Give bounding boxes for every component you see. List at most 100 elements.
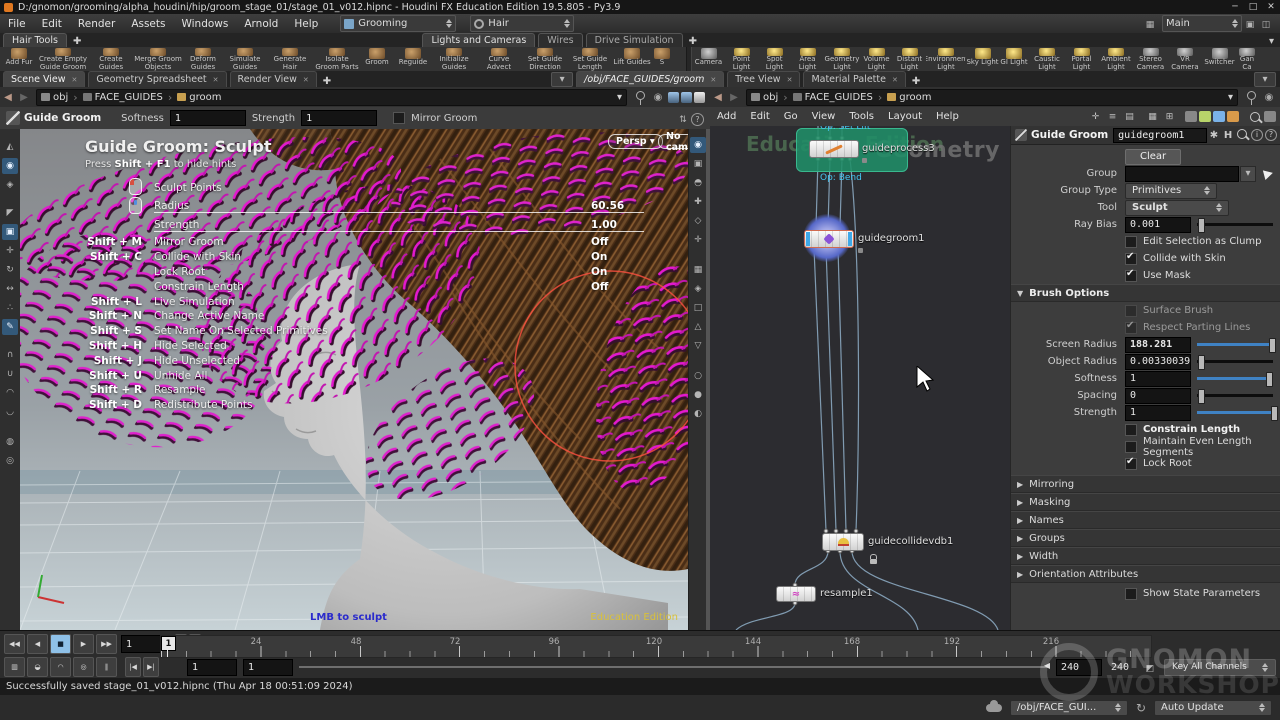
shelf-tool-environment-light[interactable]: Environment Light [926, 47, 966, 71]
close-tab-icon[interactable] [787, 76, 793, 84]
node-name-field[interactable]: guidegroom1 [1113, 128, 1207, 143]
menu-assets[interactable]: Assets [123, 18, 173, 30]
help-icon[interactable]: ? [1265, 129, 1277, 141]
group-dropdown-icon[interactable] [1240, 166, 1256, 182]
path-dropdown-icon[interactable] [617, 92, 622, 103]
close-tab-icon[interactable] [892, 76, 898, 84]
close-tab-icon[interactable] [303, 76, 309, 84]
menu-help[interactable]: Help [286, 18, 326, 30]
brush-options-section[interactable]: Brush Options [1011, 284, 1280, 302]
shelf-tool-distant-light[interactable]: Distant Light [893, 47, 926, 71]
render-region-icon[interactable]: ● [690, 387, 706, 403]
nav-back-icon[interactable]: ◀ [0, 92, 16, 103]
info-icon[interactable]: i [1251, 129, 1263, 141]
net-pin-icon[interactable] [1244, 91, 1258, 103]
shelf-tool-initialize-guides[interactable]: Initialize Guides [432, 47, 476, 71]
pane-tab-geometry-spreadsheet[interactable]: Geometry Spreadsheet [88, 71, 226, 87]
select-tool-icon[interactable]: ◤ [2, 205, 18, 221]
node-name-guideprocess3[interactable]: guideprocess3 [862, 143, 935, 154]
shelf-tool-spot-light[interactable]: Spot Light [758, 47, 791, 71]
menu-file[interactable]: File [0, 18, 34, 30]
net-link-icon[interactable]: ◉ [1262, 92, 1276, 103]
shelf-tool-volume-light[interactable]: Volume Light [860, 47, 893, 71]
step-size-icon[interactable]: ∥ [96, 657, 117, 677]
pane-tab-material-palette[interactable]: Material Palette [803, 71, 905, 87]
range-slider[interactable]: ◀ [299, 666, 1050, 668]
light-icon[interactable]: ✚ [690, 194, 706, 210]
shelf-tool-create-guides[interactable]: Create Guides [88, 47, 134, 71]
desktop-selector[interactable]: Grooming [340, 15, 456, 32]
net-menu-view[interactable]: View [805, 111, 843, 122]
net-swatch-icon[interactable]: ▦ [1145, 110, 1160, 123]
view-link-icon[interactable]: ◉ [690, 137, 706, 153]
snap-point-icon[interactable]: ◠ [2, 385, 18, 401]
shelf-tool-geometry-light[interactable]: Geometry Light [824, 47, 860, 71]
strength-field[interactable]: 1 [301, 110, 377, 126]
play-reverse-button[interactable]: ◀ [27, 634, 48, 654]
strength-slider[interactable] [1197, 411, 1273, 414]
pane-tab-scene-view[interactable]: Scene View [3, 71, 85, 87]
masking-section[interactable]: Masking [1011, 493, 1280, 511]
net-menu-edit[interactable]: Edit [743, 111, 776, 122]
shelf-tool-point-light[interactable]: Point Light [725, 47, 758, 71]
mirror-groom-checkbox[interactable] [393, 112, 405, 124]
search-icon[interactable] [1235, 129, 1249, 142]
shelf-tool-portal-light[interactable]: Portal Light [1065, 47, 1098, 71]
display-options-icon[interactable]: ✛ [690, 232, 706, 248]
autokey-icon[interactable]: ▥ [4, 657, 25, 677]
network-breadcrumb[interactable]: obj FACE_GUIDES groom [746, 89, 1238, 106]
net-breadcrumb-obj[interactable]: obj [751, 92, 778, 103]
object-radius-slider[interactable] [1197, 360, 1273, 363]
viewport-breadcrumb[interactable]: obj FACE_GUIDES groom [36, 89, 627, 106]
node-name-resample1[interactable]: resample1 [820, 588, 873, 599]
shelf-tab-drive-simulation[interactable]: Drive Simulation [586, 33, 683, 47]
pin-icon[interactable] [633, 91, 647, 103]
shelf-tool-simulate-guides[interactable]: Simulate Guides [224, 47, 266, 71]
node-guidegroom1[interactable] [804, 230, 854, 248]
snapshot-icon[interactable]: ▣ [690, 156, 706, 172]
softness-slider[interactable] [1197, 377, 1273, 380]
orientation-attributes-section[interactable]: Orientation Attributes [1011, 565, 1280, 583]
pane-menu-button-right[interactable] [1254, 72, 1276, 87]
net-menu-go[interactable]: Go [777, 111, 805, 122]
translate-tool-icon[interactable]: ✛ [2, 243, 18, 259]
link-icon[interactable]: ◉ [651, 92, 665, 103]
snap-grid-icon[interactable]: ∩ [2, 347, 18, 363]
select-geometry-icon[interactable]: ◉ [2, 158, 18, 174]
radial-spinner[interactable] [564, 19, 570, 28]
net-menu-layout[interactable]: Layout [881, 111, 929, 122]
group-select-arrow-icon[interactable] [1263, 168, 1274, 180]
playhead[interactable]: 1 [161, 636, 176, 651]
network-editor[interactable]: Education Edition Geometry [710, 126, 1010, 630]
edit-selection-clump-checkbox[interactable] [1125, 236, 1137, 248]
layout-icon[interactable]: ◫ [1258, 17, 1274, 33]
shade-mode-icon[interactable]: ◇ [690, 213, 706, 229]
groom-brush-tool-icon[interactable]: ✎ [2, 319, 18, 335]
recook-icon[interactable]: ↻ [1136, 701, 1146, 715]
wireframe-icon[interactable]: △ [690, 319, 706, 335]
maintain-even-length-checkbox[interactable] [1125, 441, 1137, 453]
shelf-tool-curve-advect[interactable]: Curve Advect [476, 47, 522, 71]
gear-icon[interactable]: ✱ [1207, 130, 1221, 141]
shelf-tool-merge-groom-objects[interactable]: Merge Groom Objects [134, 47, 182, 71]
shelf-tool-isolate-groom-parts[interactable]: Isolate Groom Parts [314, 47, 360, 71]
collide-with-skin-checkbox[interactable] [1125, 253, 1137, 265]
shelf-tool-reguide[interactable]: Reguide [394, 47, 432, 71]
shelf-tool-ambient-light[interactable]: Ambient Light [1098, 47, 1134, 71]
lock-root-checkbox[interactable] [1125, 458, 1137, 470]
camera-select-button[interactable]: No cam [658, 134, 688, 149]
net-subnet-icon[interactable] [1227, 111, 1239, 122]
shelf-overflow-icon[interactable] [1263, 36, 1280, 47]
shelf-tab-hair-tools[interactable]: Hair Tools [3, 33, 67, 47]
shelf-tool-lift-guides[interactable]: Lift Guides [612, 47, 652, 71]
radialmenu-selector[interactable]: Hair [470, 15, 574, 32]
strength-param-field[interactable]: 1 [1125, 405, 1191, 421]
net-nav-back-icon[interactable]: ◀ [710, 92, 726, 103]
menu-windows[interactable]: Windows [173, 18, 236, 30]
misc-tool-icon[interactable]: ◎ [2, 453, 18, 469]
add-pane-tab-button[interactable] [317, 76, 337, 87]
node-guideprocess3[interactable] [809, 140, 859, 158]
net-note-icon[interactable] [1199, 111, 1211, 122]
next-key-icon[interactable]: ▶| [143, 657, 159, 677]
close-tab-icon[interactable] [213, 76, 219, 84]
